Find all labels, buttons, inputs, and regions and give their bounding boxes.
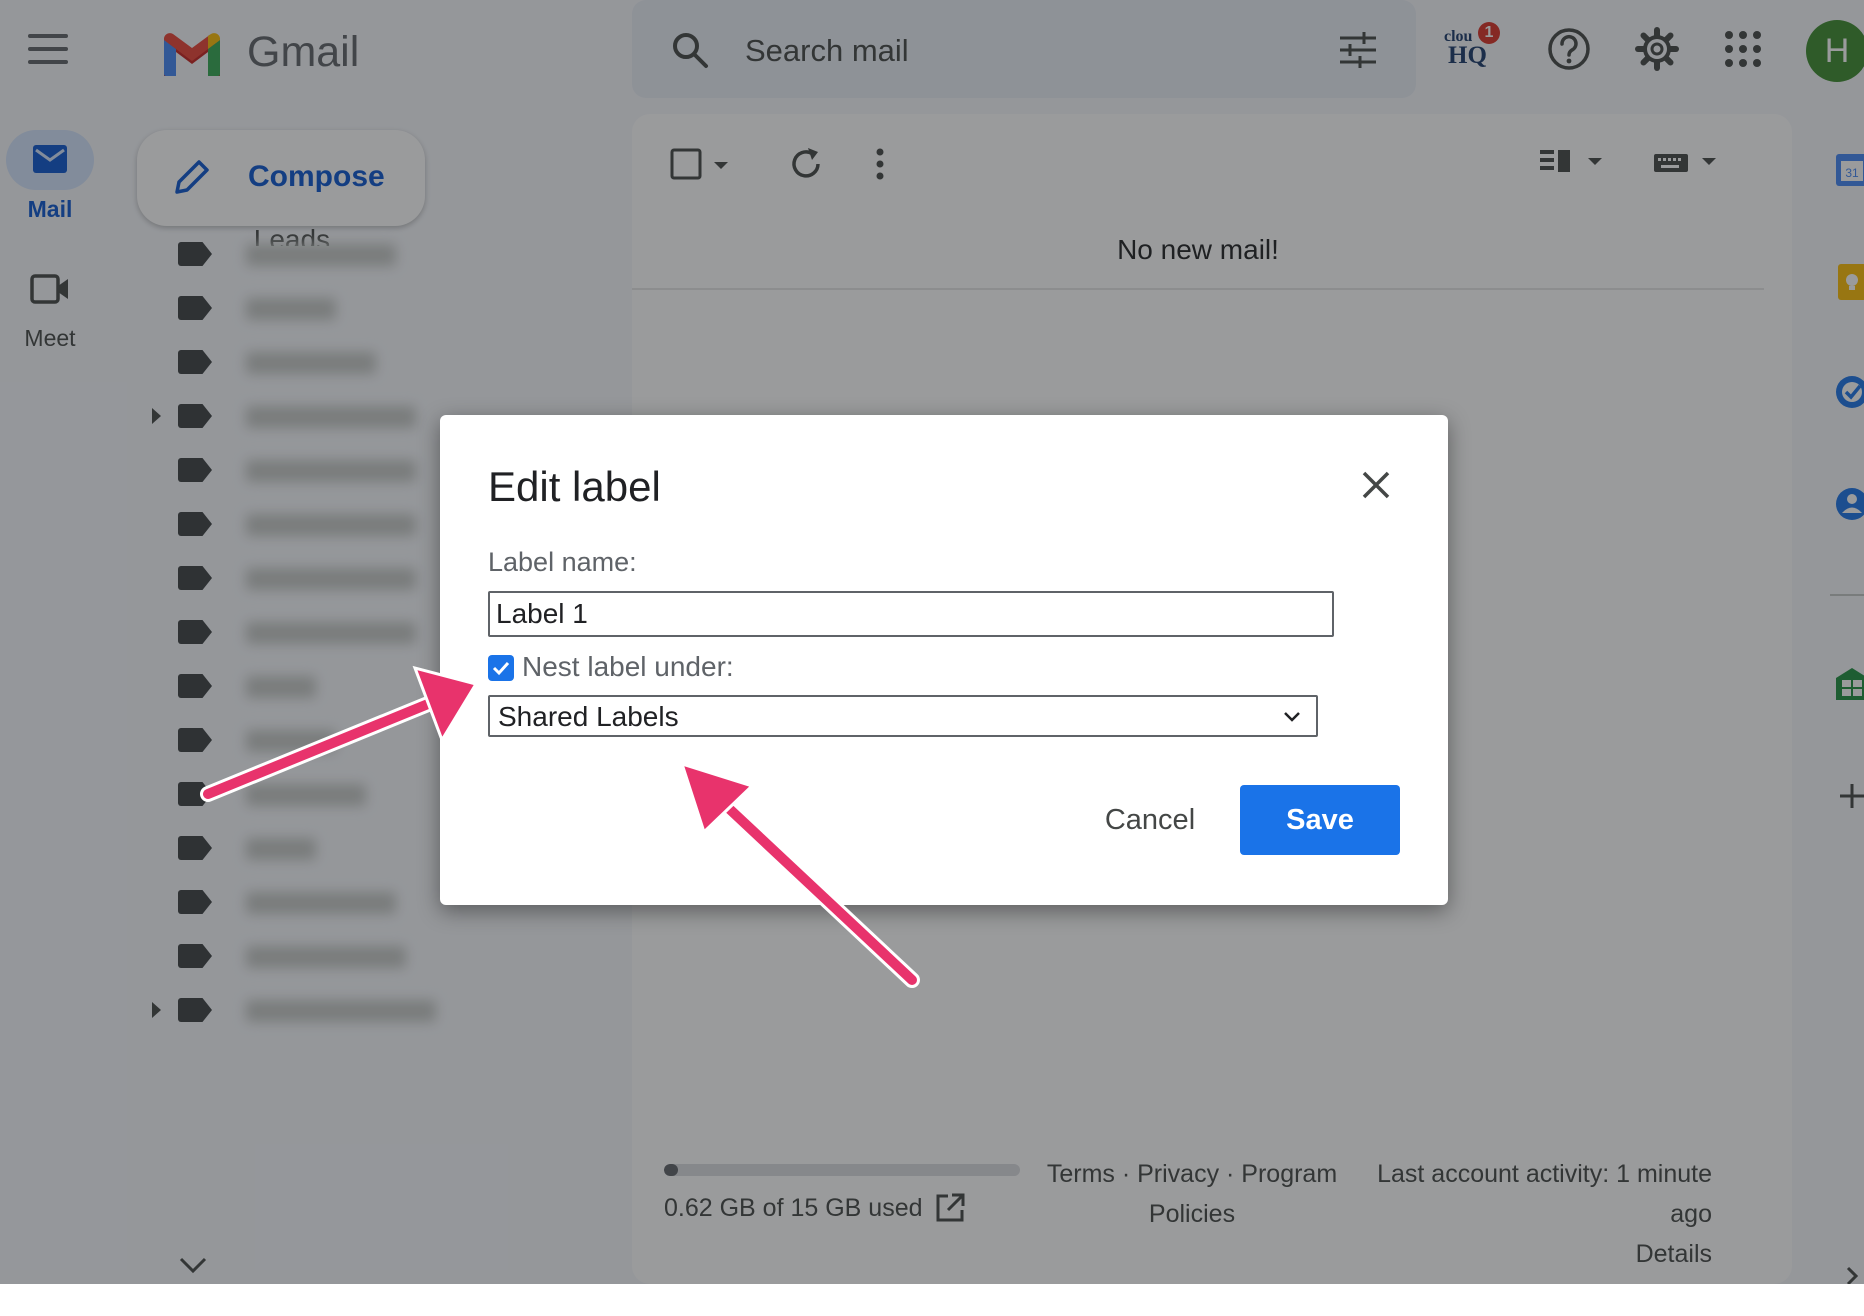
save-button[interactable]: Save: [1240, 785, 1400, 855]
nest-label-caption[interactable]: Nest label under:: [522, 651, 734, 683]
gmail-app: Gmail Search mail clou HQ 1 H Mail Meet …: [0, 0, 1864, 1284]
nest-label-checkbox[interactable]: [488, 655, 514, 681]
parent-label-select[interactable]: Shared Labels: [488, 695, 1318, 737]
label-name-caption: Label name:: [488, 547, 637, 577]
edit-label-dialog: Edit label Label name: Nest label under:…: [440, 415, 1448, 905]
page-bottom-strip: [0, 1284, 1864, 1316]
parent-label-selected: Shared Labels: [498, 701, 679, 732]
checkmark-icon: [492, 661, 510, 676]
close-icon[interactable]: [1356, 465, 1396, 505]
dialog-title: Edit label: [488, 463, 661, 510]
chevron-down-icon: [1284, 712, 1300, 722]
cancel-button[interactable]: Cancel: [1076, 785, 1224, 855]
label-name-input[interactable]: [488, 591, 1334, 637]
